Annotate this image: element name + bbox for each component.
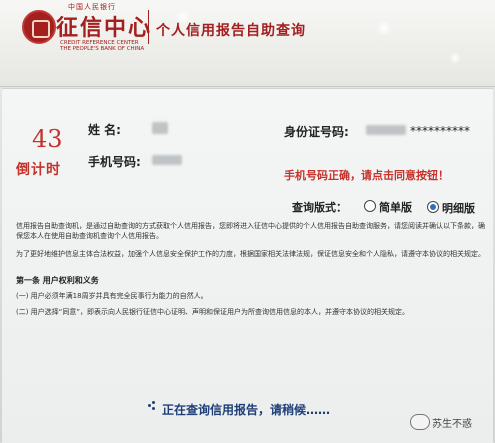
agreement-paragraph-1: 信用报告自助查询机，是通过自助查询的方式获取个人信用报告，您即将进入征信中心提供… [16, 222, 485, 240]
credit-center-logo-icon [22, 10, 56, 44]
agreement-paragraph-2: 为了更好地维护信息主体合法权益，加强个人信息安全保护工作的力度，根据国家相关法律… [16, 250, 485, 258]
radio-detailed-version[interactable] [427, 201, 439, 213]
phone-field-redacted [152, 155, 182, 165]
radio-simple-label: 简单版 [379, 201, 412, 214]
id-number-redacted [366, 125, 406, 135]
main-panel: 43 倒计时 姓 名: 身份证号码: ********** 手机号码: 手机号码… [2, 88, 493, 443]
agreement-section-title: 第一条 用户权利和义务 [16, 276, 99, 285]
wechat-icon [410, 414, 430, 430]
radio-simple-version[interactable] [364, 200, 376, 212]
loading-spinner-icon [148, 401, 158, 411]
id-number-label: 身份证号码: [284, 125, 349, 139]
agreement-item-1: (一) 用户必须年满18周岁并具有完全民事行为能力的自然人。 [16, 292, 208, 300]
logo-english-text: CREDIT REFERENCE CENTER THE PEOPLE'S BAN… [60, 40, 145, 52]
name-field-redacted [152, 122, 168, 134]
id-number-masked: ********** [410, 124, 470, 138]
header-divider [148, 10, 149, 44]
logo-main-text: 征信中心 [56, 16, 153, 41]
name-label: 姓 名: [88, 123, 121, 137]
version-label: 查询版式： [292, 201, 347, 214]
radio-detailed-label: 明细版 [442, 202, 475, 215]
screen-glare [176, 10, 190, 24]
phone-label: 手机号码: [88, 155, 141, 169]
phone-validation-message: 手机号码正确，请点击同意按钮！ [284, 169, 449, 182]
watermark: 苏生不惑 [410, 412, 488, 434]
countdown-value: 43 [32, 125, 63, 153]
screen-glare [449, 52, 461, 64]
app-header: 中国人民银行 征信中心 CREDIT REFERENCE CENTER THE … [0, 0, 495, 87]
agreement-item-2: (二) 用户选择“同意”，即表示向人民银行征信中心证明、声明和保证用户为所查询信… [16, 308, 409, 316]
watermark-text: 苏生不惑 [432, 419, 472, 430]
screen-glare [376, 20, 392, 36]
loading-status-text: 正在查询信用报告，请稍候…… [162, 403, 331, 417]
countdown-label: 倒计时 [16, 162, 61, 178]
